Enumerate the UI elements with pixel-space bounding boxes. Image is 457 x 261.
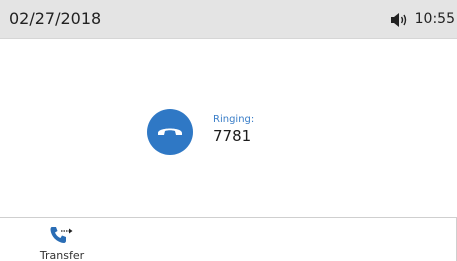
transfer-button[interactable]: Transfer bbox=[20, 218, 104, 261]
phone-screen: 02/27/2018 10:55 Ringing: 7781 Transfer bbox=[0, 0, 457, 261]
caller-number: 7781 bbox=[213, 127, 252, 145]
time-display: 10:55 bbox=[414, 11, 455, 27]
transfer-icon bbox=[49, 226, 73, 246]
transfer-label: Transfer bbox=[39, 249, 85, 261]
hangup-icon bbox=[158, 128, 182, 135]
status-bar: 02/27/2018 10:55 bbox=[0, 0, 457, 39]
softkey-bar: Transfer bbox=[0, 217, 457, 261]
end-call-button[interactable] bbox=[147, 109, 193, 155]
call-area: Ringing: 7781 bbox=[0, 39, 457, 217]
date-display: 02/27/2018 bbox=[9, 9, 102, 28]
speaker-icon bbox=[391, 12, 409, 27]
call-state-label: Ringing: bbox=[213, 114, 255, 125]
